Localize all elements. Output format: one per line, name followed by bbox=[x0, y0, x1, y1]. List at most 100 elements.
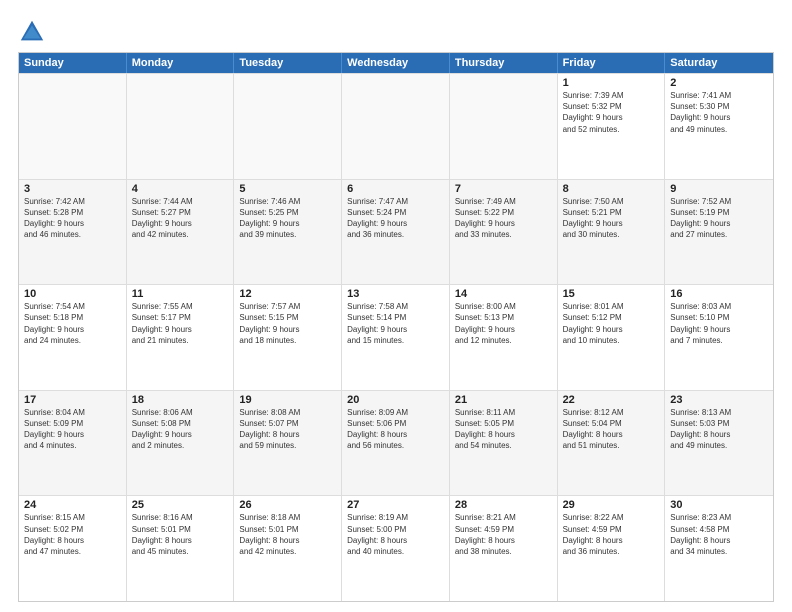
calendar-cell-23: 23Sunrise: 8:13 AM Sunset: 5:03 PM Dayli… bbox=[665, 391, 773, 496]
day-number: 19 bbox=[239, 394, 336, 406]
calendar-body: 1Sunrise: 7:39 AM Sunset: 5:32 PM Daylig… bbox=[19, 73, 773, 601]
day-number: 12 bbox=[239, 288, 336, 300]
header-day-wednesday: Wednesday bbox=[342, 53, 450, 73]
day-number: 2 bbox=[670, 77, 768, 89]
day-info: Sunrise: 8:23 AM Sunset: 4:58 PM Dayligh… bbox=[670, 512, 768, 557]
header-day-friday: Friday bbox=[558, 53, 666, 73]
day-number: 10 bbox=[24, 288, 121, 300]
day-info: Sunrise: 7:49 AM Sunset: 5:22 PM Dayligh… bbox=[455, 196, 552, 241]
calendar-cell-5: 5Sunrise: 7:46 AM Sunset: 5:25 PM Daylig… bbox=[234, 180, 342, 285]
day-info: Sunrise: 8:13 AM Sunset: 5:03 PM Dayligh… bbox=[670, 407, 768, 452]
calendar-cell-19: 19Sunrise: 8:08 AM Sunset: 5:07 PM Dayli… bbox=[234, 391, 342, 496]
day-number: 14 bbox=[455, 288, 552, 300]
calendar-cell-empty-4 bbox=[450, 74, 558, 179]
day-number: 20 bbox=[347, 394, 444, 406]
calendar-cell-16: 16Sunrise: 8:03 AM Sunset: 5:10 PM Dayli… bbox=[665, 285, 773, 390]
day-info: Sunrise: 7:47 AM Sunset: 5:24 PM Dayligh… bbox=[347, 196, 444, 241]
calendar-cell-20: 20Sunrise: 8:09 AM Sunset: 5:06 PM Dayli… bbox=[342, 391, 450, 496]
calendar-cell-21: 21Sunrise: 8:11 AM Sunset: 5:05 PM Dayli… bbox=[450, 391, 558, 496]
header-day-sunday: Sunday bbox=[19, 53, 127, 73]
calendar-row-4: 17Sunrise: 8:04 AM Sunset: 5:09 PM Dayli… bbox=[19, 390, 773, 496]
calendar-cell-10: 10Sunrise: 7:54 AM Sunset: 5:18 PM Dayli… bbox=[19, 285, 127, 390]
day-info: Sunrise: 8:22 AM Sunset: 4:59 PM Dayligh… bbox=[563, 512, 660, 557]
header-day-monday: Monday bbox=[127, 53, 235, 73]
day-number: 30 bbox=[670, 499, 768, 511]
calendar-cell-11: 11Sunrise: 7:55 AM Sunset: 5:17 PM Dayli… bbox=[127, 285, 235, 390]
calendar-cell-6: 6Sunrise: 7:47 AM Sunset: 5:24 PM Daylig… bbox=[342, 180, 450, 285]
day-info: Sunrise: 7:42 AM Sunset: 5:28 PM Dayligh… bbox=[24, 196, 121, 241]
day-info: Sunrise: 8:01 AM Sunset: 5:12 PM Dayligh… bbox=[563, 301, 660, 346]
day-number: 4 bbox=[132, 183, 229, 195]
header bbox=[18, 18, 774, 46]
calendar-cell-24: 24Sunrise: 8:15 AM Sunset: 5:02 PM Dayli… bbox=[19, 496, 127, 601]
day-info: Sunrise: 8:12 AM Sunset: 5:04 PM Dayligh… bbox=[563, 407, 660, 452]
day-number: 6 bbox=[347, 183, 444, 195]
day-number: 8 bbox=[563, 183, 660, 195]
calendar-cell-empty-3 bbox=[342, 74, 450, 179]
day-info: Sunrise: 8:16 AM Sunset: 5:01 PM Dayligh… bbox=[132, 512, 229, 557]
day-number: 1 bbox=[563, 77, 660, 89]
calendar-cell-29: 29Sunrise: 8:22 AM Sunset: 4:59 PM Dayli… bbox=[558, 496, 666, 601]
calendar-cell-22: 22Sunrise: 8:12 AM Sunset: 5:04 PM Dayli… bbox=[558, 391, 666, 496]
day-info: Sunrise: 8:03 AM Sunset: 5:10 PM Dayligh… bbox=[670, 301, 768, 346]
calendar-cell-empty-0 bbox=[19, 74, 127, 179]
calendar-cell-26: 26Sunrise: 8:18 AM Sunset: 5:01 PM Dayli… bbox=[234, 496, 342, 601]
calendar-cell-empty-1 bbox=[127, 74, 235, 179]
day-info: Sunrise: 8:21 AM Sunset: 4:59 PM Dayligh… bbox=[455, 512, 552, 557]
day-number: 21 bbox=[455, 394, 552, 406]
calendar-cell-1: 1Sunrise: 7:39 AM Sunset: 5:32 PM Daylig… bbox=[558, 74, 666, 179]
day-number: 3 bbox=[24, 183, 121, 195]
day-info: Sunrise: 8:15 AM Sunset: 5:02 PM Dayligh… bbox=[24, 512, 121, 557]
calendar-cell-28: 28Sunrise: 8:21 AM Sunset: 4:59 PM Dayli… bbox=[450, 496, 558, 601]
day-number: 13 bbox=[347, 288, 444, 300]
calendar-header: SundayMondayTuesdayWednesdayThursdayFrid… bbox=[19, 53, 773, 73]
calendar: SundayMondayTuesdayWednesdayThursdayFrid… bbox=[18, 52, 774, 602]
page: SundayMondayTuesdayWednesdayThursdayFrid… bbox=[0, 0, 792, 612]
calendar-cell-2: 2Sunrise: 7:41 AM Sunset: 5:30 PM Daylig… bbox=[665, 74, 773, 179]
day-info: Sunrise: 8:00 AM Sunset: 5:13 PM Dayligh… bbox=[455, 301, 552, 346]
calendar-cell-empty-2 bbox=[234, 74, 342, 179]
day-info: Sunrise: 8:06 AM Sunset: 5:08 PM Dayligh… bbox=[132, 407, 229, 452]
day-info: Sunrise: 7:41 AM Sunset: 5:30 PM Dayligh… bbox=[670, 90, 768, 135]
day-info: Sunrise: 8:04 AM Sunset: 5:09 PM Dayligh… bbox=[24, 407, 121, 452]
calendar-cell-15: 15Sunrise: 8:01 AM Sunset: 5:12 PM Dayli… bbox=[558, 285, 666, 390]
day-number: 24 bbox=[24, 499, 121, 511]
day-number: 11 bbox=[132, 288, 229, 300]
calendar-cell-30: 30Sunrise: 8:23 AM Sunset: 4:58 PM Dayli… bbox=[665, 496, 773, 601]
day-number: 23 bbox=[670, 394, 768, 406]
calendar-cell-25: 25Sunrise: 8:16 AM Sunset: 5:01 PM Dayli… bbox=[127, 496, 235, 601]
day-info: Sunrise: 8:18 AM Sunset: 5:01 PM Dayligh… bbox=[239, 512, 336, 557]
day-info: Sunrise: 7:57 AM Sunset: 5:15 PM Dayligh… bbox=[239, 301, 336, 346]
day-info: Sunrise: 7:44 AM Sunset: 5:27 PM Dayligh… bbox=[132, 196, 229, 241]
header-day-saturday: Saturday bbox=[665, 53, 773, 73]
day-info: Sunrise: 7:52 AM Sunset: 5:19 PM Dayligh… bbox=[670, 196, 768, 241]
day-info: Sunrise: 8:08 AM Sunset: 5:07 PM Dayligh… bbox=[239, 407, 336, 452]
calendar-cell-4: 4Sunrise: 7:44 AM Sunset: 5:27 PM Daylig… bbox=[127, 180, 235, 285]
day-number: 18 bbox=[132, 394, 229, 406]
calendar-row-1: 1Sunrise: 7:39 AM Sunset: 5:32 PM Daylig… bbox=[19, 73, 773, 179]
day-number: 7 bbox=[455, 183, 552, 195]
day-info: Sunrise: 8:19 AM Sunset: 5:00 PM Dayligh… bbox=[347, 512, 444, 557]
day-info: Sunrise: 7:50 AM Sunset: 5:21 PM Dayligh… bbox=[563, 196, 660, 241]
calendar-cell-12: 12Sunrise: 7:57 AM Sunset: 5:15 PM Dayli… bbox=[234, 285, 342, 390]
calendar-row-5: 24Sunrise: 8:15 AM Sunset: 5:02 PM Dayli… bbox=[19, 495, 773, 601]
day-number: 27 bbox=[347, 499, 444, 511]
calendar-cell-27: 27Sunrise: 8:19 AM Sunset: 5:00 PM Dayli… bbox=[342, 496, 450, 601]
day-info: Sunrise: 7:58 AM Sunset: 5:14 PM Dayligh… bbox=[347, 301, 444, 346]
calendar-cell-9: 9Sunrise: 7:52 AM Sunset: 5:19 PM Daylig… bbox=[665, 180, 773, 285]
day-info: Sunrise: 8:09 AM Sunset: 5:06 PM Dayligh… bbox=[347, 407, 444, 452]
day-number: 15 bbox=[563, 288, 660, 300]
day-info: Sunrise: 7:39 AM Sunset: 5:32 PM Dayligh… bbox=[563, 90, 660, 135]
calendar-cell-13: 13Sunrise: 7:58 AM Sunset: 5:14 PM Dayli… bbox=[342, 285, 450, 390]
logo-icon bbox=[18, 18, 46, 46]
calendar-cell-14: 14Sunrise: 8:00 AM Sunset: 5:13 PM Dayli… bbox=[450, 285, 558, 390]
day-number: 5 bbox=[239, 183, 336, 195]
calendar-cell-3: 3Sunrise: 7:42 AM Sunset: 5:28 PM Daylig… bbox=[19, 180, 127, 285]
day-number: 28 bbox=[455, 499, 552, 511]
day-number: 29 bbox=[563, 499, 660, 511]
calendar-cell-8: 8Sunrise: 7:50 AM Sunset: 5:21 PM Daylig… bbox=[558, 180, 666, 285]
day-number: 26 bbox=[239, 499, 336, 511]
day-number: 22 bbox=[563, 394, 660, 406]
header-day-tuesday: Tuesday bbox=[234, 53, 342, 73]
calendar-cell-18: 18Sunrise: 8:06 AM Sunset: 5:08 PM Dayli… bbox=[127, 391, 235, 496]
